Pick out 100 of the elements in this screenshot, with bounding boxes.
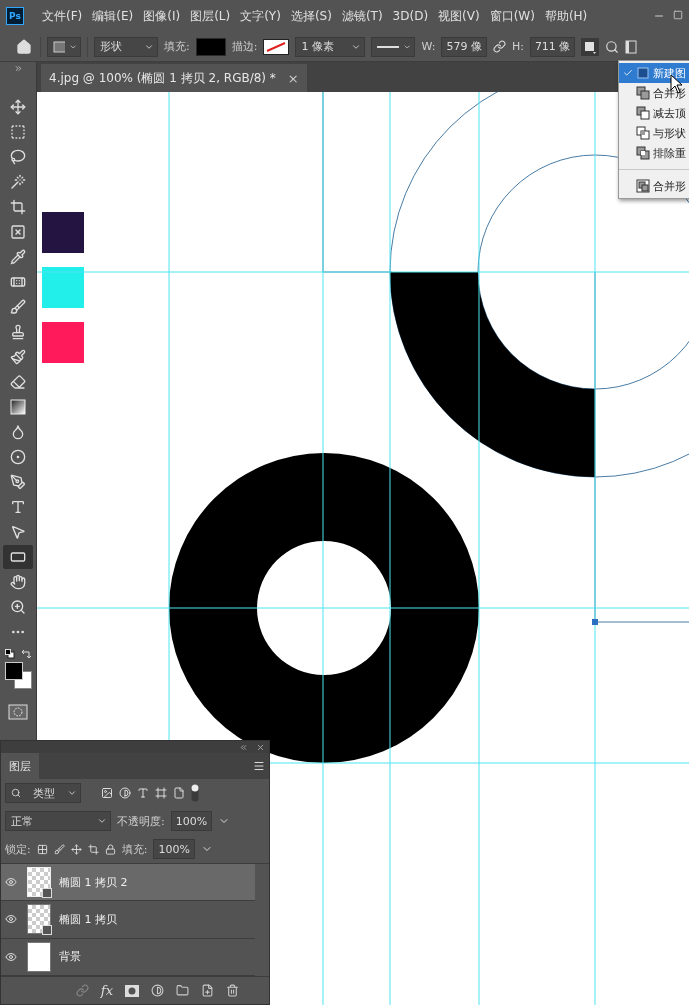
zoom-icon [10, 599, 26, 615]
tool-preset-picker[interactable] [47, 36, 81, 57]
chevron-down-icon [67, 788, 77, 798]
menu-option[interactable]: 与形状 [619, 123, 689, 143]
crop-icon [10, 199, 26, 215]
default-colors-icon[interactable] [5, 649, 15, 659]
intersect-shape-icon [636, 126, 650, 140]
lock-paint-icon[interactable] [53, 843, 65, 855]
swap-colors-icon[interactable] [21, 649, 31, 659]
menu-item[interactable]: 图层(L) [190, 7, 231, 25]
menu-item[interactable]: 窗口(W) [489, 7, 535, 25]
filter-toggle[interactable] [191, 784, 199, 802]
panel-tab[interactable]: 图层 [1, 753, 39, 779]
adjustment-filter-icon[interactable] [119, 787, 131, 799]
menu-option[interactable]: 减去顶 [619, 103, 689, 123]
menu-item[interactable]: 文字(Y) [240, 7, 281, 25]
hand-icon [10, 574, 26, 590]
layer-style-button[interactable]: fx [100, 983, 113, 998]
menu-icon[interactable] [253, 760, 265, 772]
lasso-icon [10, 149, 26, 165]
type-filter-icon[interactable] [137, 787, 149, 799]
width-field[interactable]: 579 像 [441, 36, 487, 57]
height-field[interactable]: 711 像 [529, 36, 576, 57]
color-picker-drawing[interactable] [5, 662, 33, 690]
menu-option[interactable]: 排除重 [619, 143, 689, 163]
quick-mask-icon[interactable] [8, 704, 28, 720]
history-brush-icon [10, 349, 26, 365]
menu-option[interactable]: 合并形 [619, 176, 689, 196]
droplet-icon [10, 424, 26, 440]
new-layer-icon[interactable] [201, 984, 214, 997]
layer-name: 背景 [59, 949, 81, 965]
layer-thumbnail [27, 867, 51, 898]
lock-icon[interactable] [104, 843, 116, 855]
fill-label: 填充: [121, 841, 148, 857]
image-filter-icon[interactable] [101, 787, 113, 799]
app-logo[interactable]: Ps [6, 7, 24, 25]
blend-mode-select[interactable]: 正常 [5, 811, 111, 831]
menu-item[interactable]: 3D(D) [392, 9, 429, 23]
menu-item[interactable]: 图像(I) [143, 7, 181, 25]
move-icon [10, 99, 26, 115]
menu-item[interactable]: 选择(S) [290, 7, 332, 25]
search-icon [11, 788, 21, 798]
trash-icon[interactable] [226, 984, 239, 997]
combine-shape-icon [636, 86, 650, 100]
stroke-style-select[interactable] [371, 36, 416, 57]
stroke-label: 描边: [231, 39, 258, 54]
check-icon [623, 68, 633, 78]
menu-item[interactable]: 文件(F) [42, 7, 83, 25]
shape-filter-icon[interactable] [155, 787, 167, 799]
menu-item[interactable]: 滤镜(T) [341, 7, 383, 25]
fill-label: 填充: [164, 39, 190, 54]
exclude-shape-icon [636, 146, 650, 160]
fill-swatch[interactable] [195, 37, 226, 56]
eyedropper-icon [10, 249, 26, 265]
bandage-icon [10, 274, 26, 290]
opacity-field[interactable]: 100% [170, 811, 213, 831]
tool-button[interactable] [3, 545, 33, 569]
smart-object-filter-icon[interactable] [173, 787, 185, 799]
fill-field[interactable]: 100% [153, 839, 195, 859]
mode-select[interactable]: 形状 [94, 36, 158, 57]
visibility-icon[interactable] [5, 950, 17, 963]
menu-item[interactable]: 编辑(E) [92, 7, 134, 25]
gradient-icon [10, 399, 26, 415]
solid-line-icon [377, 44, 400, 49]
height-label: H: [511, 40, 524, 53]
lock-artboard-icon[interactable] [87, 843, 99, 855]
expand-icon[interactable] [13, 64, 23, 73]
filter-select[interactable]: 类型 [5, 783, 81, 803]
brush-icon [10, 299, 26, 315]
maximize-icon[interactable] [673, 10, 683, 20]
adjustment-layer-icon[interactable] [151, 984, 164, 997]
lock-position-icon[interactable] [70, 843, 82, 855]
layer-thumbnail [27, 904, 51, 935]
marquee-icon [10, 124, 26, 140]
type-icon [10, 499, 26, 515]
mask-icon[interactable] [125, 984, 139, 997]
lock-pixels-icon[interactable] [36, 843, 48, 855]
visibility-icon[interactable] [5, 876, 17, 889]
collapse-icon[interactable] [239, 742, 248, 752]
link-icon[interactable] [492, 40, 506, 53]
menu-item[interactable]: 帮助(H) [544, 7, 588, 25]
home-icon[interactable] [16, 38, 32, 55]
width-label: W: [421, 40, 436, 53]
layer-row[interactable]: 椭圆 1 拷贝 [1, 901, 255, 939]
stroke-swatch[interactable] [263, 38, 290, 55]
search-icon[interactable] [605, 39, 620, 54]
path-operations-button[interactable] [581, 37, 600, 56]
visibility-icon[interactable] [5, 913, 17, 926]
close-icon[interactable] [256, 742, 265, 752]
layer-row[interactable]: 椭圆 1 拷贝 2 [1, 864, 255, 902]
document-tab[interactable]: 4.jpg @ 100% (椭圆 1 拷贝 2, RGB/8) * × [41, 64, 307, 92]
folder-icon[interactable] [176, 984, 189, 997]
close-tab-button[interactable]: × [287, 70, 299, 86]
pointer-icon [10, 524, 26, 540]
merge-shape-icon [636, 179, 650, 193]
menu-item[interactable]: 视图(V) [438, 7, 480, 25]
rectangle-icon [10, 549, 26, 565]
workspace-icon[interactable] [625, 39, 638, 54]
stroke-width-select[interactable]: 1 像素 [295, 36, 366, 57]
layer-name: 椭圆 1 拷贝 2 [59, 874, 128, 890]
